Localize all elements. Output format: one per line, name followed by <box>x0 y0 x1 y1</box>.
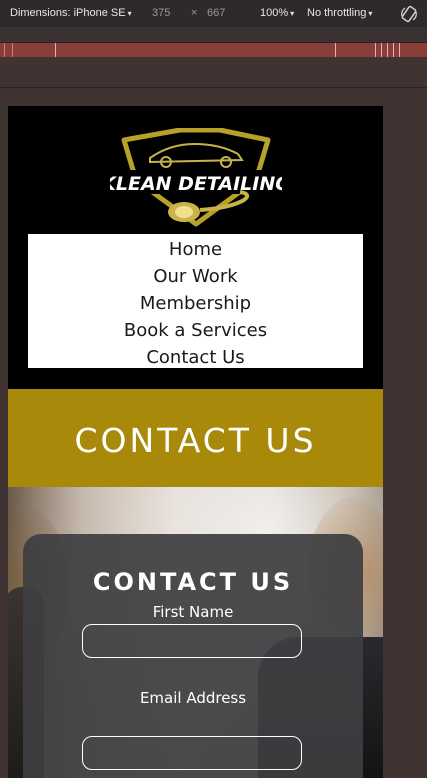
main-nav: Home Our Work Membership Book a Services… <box>28 234 363 368</box>
throttling-dropdown[interactable]: No throttling ▾ <box>307 7 372 19</box>
chevron-down-icon: ▾ <box>290 9 295 18</box>
device-height-input[interactable]: 667 <box>207 7 225 19</box>
media-query-bar[interactable] <box>0 27 427 43</box>
chevron-down-icon: ▾ <box>368 9 373 18</box>
logo-text: KLEAN DETAILING <box>110 173 282 195</box>
rotate-icon[interactable] <box>399 4 419 24</box>
devtools-toolbar: Dimensions: iPhone SE ▾ 375 × 667 100% ▾ N… <box>0 0 427 27</box>
nav-item-home[interactable]: Home <box>169 236 222 263</box>
nav-item-contact-us[interactable]: Contact Us <box>146 344 244 371</box>
hero-banner: CONTACT US <box>8 389 383 487</box>
device-viewport: KLEAN DETAILING Home Our Work Membership… <box>8 106 383 778</box>
first-name-label: First Name <box>152 603 234 621</box>
zoom-label: 100% <box>260 7 289 19</box>
contact-form-panel: CONTACT US First Name Email Address <box>23 534 363 778</box>
device-width-input[interactable]: 375 <box>152 7 170 19</box>
device-dimensions-dropdown[interactable]: Dimensions: iPhone SE ▾ <box>10 7 132 19</box>
email-label: Email Address <box>139 689 247 707</box>
nav-item-membership[interactable]: Membership <box>140 290 251 317</box>
hero-title: CONTACT US <box>74 421 317 460</box>
dimension-times-sign: × <box>191 7 198 19</box>
klean-detailing-logo[interactable]: KLEAN DETAILING <box>110 128 282 228</box>
email-field[interactable] <box>82 736 302 770</box>
zoom-dropdown[interactable]: 100% ▾ <box>260 7 294 19</box>
site-header: KLEAN DETAILING Home Our Work Membership… <box>8 106 383 389</box>
chevron-down-icon: ▾ <box>127 9 132 18</box>
ruler-gap <box>0 57 427 88</box>
device-ruler <box>0 43 427 57</box>
first-name-field[interactable] <box>82 624 302 658</box>
form-title: CONTACT US <box>92 568 294 596</box>
device-dimensions-label: Dimensions: iPhone SE <box>10 7 126 19</box>
throttling-label: No throttling <box>307 7 367 19</box>
nav-item-book-services[interactable]: Book a Services <box>124 317 267 344</box>
nav-item-our-work[interactable]: Our Work <box>153 263 237 290</box>
